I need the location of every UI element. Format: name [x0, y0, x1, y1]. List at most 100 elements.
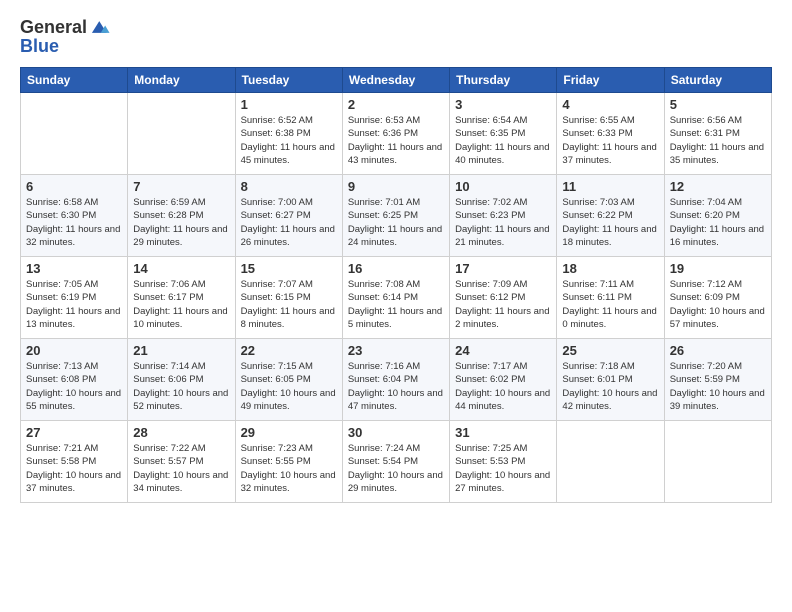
calendar-cell: 5 Sunrise: 6:56 AM Sunset: 6:31 PM Daylig…: [664, 93, 771, 175]
calendar-cell: 18 Sunrise: 7:11 AM Sunset: 6:11 PM Dayli…: [557, 257, 664, 339]
day-number: 25: [562, 343, 658, 358]
calendar-cell: 22Sunrise: 7:15 AM Sunset: 6:05 PM Dayli…: [235, 339, 342, 421]
day-info: Sunrise: 6:55 AM Sunset: 6:33 PM Dayligh…: [562, 114, 658, 167]
day-number: 13: [26, 261, 122, 276]
day-number: 11: [562, 179, 658, 194]
week-row-2: 6 Sunrise: 6:58 AM Sunset: 6:30 PM Daylig…: [21, 175, 772, 257]
day-number: 15: [241, 261, 337, 276]
day-number: 18: [562, 261, 658, 276]
day-number: 5: [670, 97, 766, 112]
day-info: Sunrise: 7:00 AM Sunset: 6:27 PM Dayligh…: [241, 196, 337, 249]
day-number: 23: [348, 343, 444, 358]
day-info: Sunrise: 7:20 AM Sunset: 5:59 PM Dayligh…: [670, 360, 766, 413]
weekday-header-monday: Monday: [128, 68, 235, 93]
day-number: 17: [455, 261, 551, 276]
day-number: 8: [241, 179, 337, 194]
day-info: Sunrise: 7:23 AM Sunset: 5:55 PM Dayligh…: [241, 442, 337, 495]
calendar-cell: 25Sunrise: 7:18 AM Sunset: 6:01 PM Dayli…: [557, 339, 664, 421]
calendar-table: SundayMondayTuesdayWednesdayThursdayFrid…: [20, 67, 772, 503]
day-number: 9: [348, 179, 444, 194]
day-number: 28: [133, 425, 229, 440]
day-info: Sunrise: 7:17 AM Sunset: 6:02 PM Dayligh…: [455, 360, 551, 413]
weekday-header-sunday: Sunday: [21, 68, 128, 93]
day-number: 16: [348, 261, 444, 276]
day-info: Sunrise: 7:01 AM Sunset: 6:25 PM Dayligh…: [348, 196, 444, 249]
header: General Blue: [20, 16, 772, 57]
calendar-cell: 3 Sunrise: 6:54 AM Sunset: 6:35 PM Daylig…: [450, 93, 557, 175]
calendar-cell: 30 Sunrise: 7:24 AM Sunset: 5:54 PM Dayli…: [342, 421, 449, 503]
day-info: Sunrise: 7:07 AM Sunset: 6:15 PM Dayligh…: [241, 278, 337, 331]
day-number: 10: [455, 179, 551, 194]
calendar-cell: 7 Sunrise: 6:59 AM Sunset: 6:28 PM Daylig…: [128, 175, 235, 257]
day-info: Sunrise: 7:11 AM Sunset: 6:11 PM Dayligh…: [562, 278, 658, 331]
day-number: 22: [241, 343, 337, 358]
day-number: 30: [348, 425, 444, 440]
day-info: Sunrise: 7:24 AM Sunset: 5:54 PM Dayligh…: [348, 442, 444, 495]
week-row-3: 13 Sunrise: 7:05 AM Sunset: 6:19 PM Dayli…: [21, 257, 772, 339]
calendar-cell: 17Sunrise: 7:09 AM Sunset: 6:12 PM Dayli…: [450, 257, 557, 339]
day-number: 14: [133, 261, 229, 276]
calendar-cell: 26 Sunrise: 7:20 AM Sunset: 5:59 PM Dayli…: [664, 339, 771, 421]
week-row-5: 27 Sunrise: 7:21 AM Sunset: 5:58 PM Dayli…: [21, 421, 772, 503]
day-number: 20: [26, 343, 122, 358]
calendar-cell: 12 Sunrise: 7:04 AM Sunset: 6:20 PM Dayli…: [664, 175, 771, 257]
calendar-cell: [664, 421, 771, 503]
day-info: Sunrise: 6:58 AM Sunset: 6:30 PM Dayligh…: [26, 196, 122, 249]
calendar-cell: 13 Sunrise: 7:05 AM Sunset: 6:19 PM Dayli…: [21, 257, 128, 339]
calendar-cell: 20 Sunrise: 7:13 AM Sunset: 6:08 PM Dayli…: [21, 339, 128, 421]
week-row-1: 1 Sunrise: 6:52 AM Sunset: 6:38 PM Daylig…: [21, 93, 772, 175]
calendar-cell: 23 Sunrise: 7:16 AM Sunset: 6:04 PM Dayli…: [342, 339, 449, 421]
calendar-cell: 4Sunrise: 6:55 AM Sunset: 6:33 PM Daylig…: [557, 93, 664, 175]
day-number: 7: [133, 179, 229, 194]
logo: General Blue: [20, 16, 111, 57]
calendar-cell: 15 Sunrise: 7:07 AM Sunset: 6:15 PM Dayli…: [235, 257, 342, 339]
day-number: 12: [670, 179, 766, 194]
day-info: Sunrise: 7:06 AM Sunset: 6:17 PM Dayligh…: [133, 278, 229, 331]
calendar-cell: 2Sunrise: 6:53 AM Sunset: 6:36 PM Daylig…: [342, 93, 449, 175]
day-number: 26: [670, 343, 766, 358]
day-info: Sunrise: 7:12 AM Sunset: 6:09 PM Dayligh…: [670, 278, 766, 331]
day-info: Sunrise: 6:52 AM Sunset: 6:38 PM Dayligh…: [241, 114, 337, 167]
weekday-header-saturday: Saturday: [664, 68, 771, 93]
day-info: Sunrise: 7:13 AM Sunset: 6:08 PM Dayligh…: [26, 360, 122, 413]
weekday-header-row: SundayMondayTuesdayWednesdayThursdayFrid…: [21, 68, 772, 93]
calendar-cell: 9 Sunrise: 7:01 AM Sunset: 6:25 PM Daylig…: [342, 175, 449, 257]
calendar-cell: [21, 93, 128, 175]
day-info: Sunrise: 6:59 AM Sunset: 6:28 PM Dayligh…: [133, 196, 229, 249]
calendar-cell: 21 Sunrise: 7:14 AM Sunset: 6:06 PM Dayli…: [128, 339, 235, 421]
week-row-4: 20 Sunrise: 7:13 AM Sunset: 6:08 PM Dayli…: [21, 339, 772, 421]
day-info: Sunrise: 7:08 AM Sunset: 6:14 PM Dayligh…: [348, 278, 444, 331]
day-number: 19: [670, 261, 766, 276]
calendar-cell: 27 Sunrise: 7:21 AM Sunset: 5:58 PM Dayli…: [21, 421, 128, 503]
day-number: 24: [455, 343, 551, 358]
calendar-cell: [557, 421, 664, 503]
day-info: Sunrise: 7:14 AM Sunset: 6:06 PM Dayligh…: [133, 360, 229, 413]
day-info: Sunrise: 6:54 AM Sunset: 6:35 PM Dayligh…: [455, 114, 551, 167]
day-number: 21: [133, 343, 229, 358]
day-info: Sunrise: 7:04 AM Sunset: 6:20 PM Dayligh…: [670, 196, 766, 249]
calendar-cell: 24 Sunrise: 7:17 AM Sunset: 6:02 PM Dayli…: [450, 339, 557, 421]
weekday-header-wednesday: Wednesday: [342, 68, 449, 93]
day-number: 1: [241, 97, 337, 112]
day-number: 3: [455, 97, 551, 112]
day-info: Sunrise: 6:56 AM Sunset: 6:31 PM Dayligh…: [670, 114, 766, 167]
day-info: Sunrise: 7:16 AM Sunset: 6:04 PM Dayligh…: [348, 360, 444, 413]
calendar-cell: 14 Sunrise: 7:06 AM Sunset: 6:17 PM Dayli…: [128, 257, 235, 339]
calendar-cell: 8 Sunrise: 7:00 AM Sunset: 6:27 PM Daylig…: [235, 175, 342, 257]
calendar-cell: 19 Sunrise: 7:12 AM Sunset: 6:09 PM Dayli…: [664, 257, 771, 339]
day-number: 29: [241, 425, 337, 440]
calendar-cell: 29 Sunrise: 7:23 AM Sunset: 5:55 PM Dayli…: [235, 421, 342, 503]
day-number: 6: [26, 179, 122, 194]
day-info: Sunrise: 7:05 AM Sunset: 6:19 PM Dayligh…: [26, 278, 122, 331]
day-info: Sunrise: 7:02 AM Sunset: 6:23 PM Dayligh…: [455, 196, 551, 249]
weekday-header-friday: Friday: [557, 68, 664, 93]
day-info: Sunrise: 7:25 AM Sunset: 5:53 PM Dayligh…: [455, 442, 551, 495]
calendar-cell: 28 Sunrise: 7:22 AM Sunset: 5:57 PM Dayli…: [128, 421, 235, 503]
day-number: 27: [26, 425, 122, 440]
day-info: Sunrise: 7:21 AM Sunset: 5:58 PM Dayligh…: [26, 442, 122, 495]
weekday-header-tuesday: Tuesday: [235, 68, 342, 93]
logo-general-text: General: [20, 17, 87, 38]
calendar-cell: 10 Sunrise: 7:02 AM Sunset: 6:23 PM Dayli…: [450, 175, 557, 257]
day-info: Sunrise: 6:53 AM Sunset: 6:36 PM Dayligh…: [348, 114, 444, 167]
day-info: Sunrise: 7:22 AM Sunset: 5:57 PM Dayligh…: [133, 442, 229, 495]
